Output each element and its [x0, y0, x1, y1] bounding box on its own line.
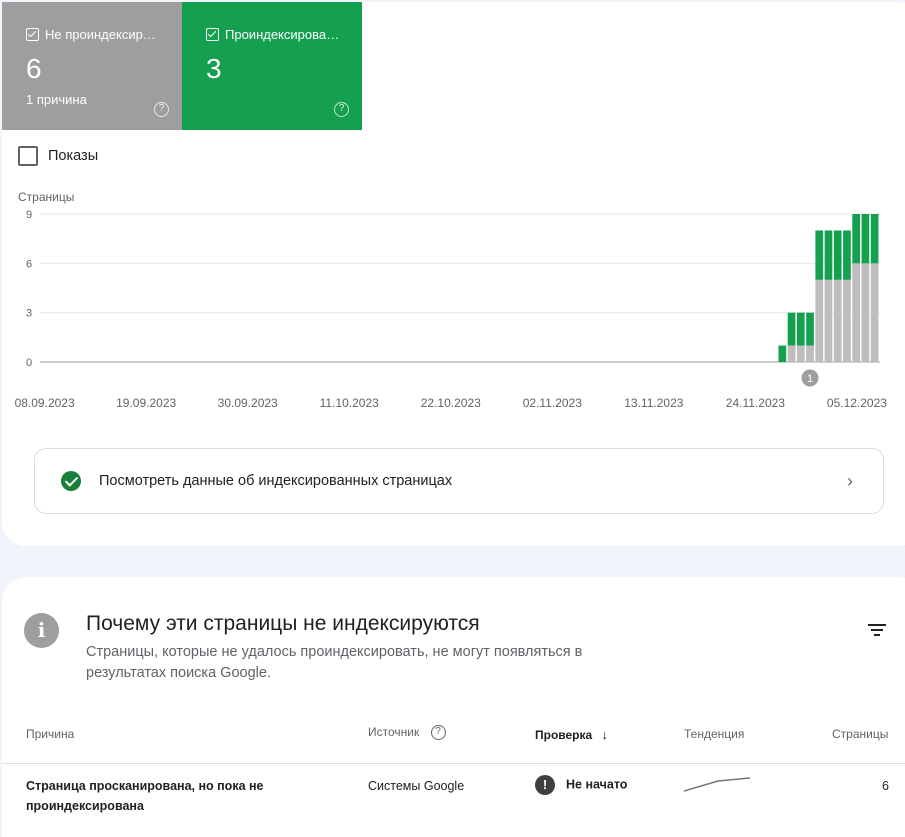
bar-indexed: [787, 312, 796, 346]
bar-not-indexed: [870, 263, 879, 362]
view-indexed-pages-link[interactable]: Посмотреть данные об индексированных стр…: [34, 448, 884, 514]
x-tick-label: 11.10.2023: [320, 396, 379, 410]
indexed-header: Проиндексирова…: [206, 27, 346, 42]
chevron-right-icon: ›: [847, 470, 853, 491]
column-header-trend: Тенденция: [684, 727, 745, 741]
impressions-label: Показы: [48, 148, 99, 164]
column-header-check-label: Проверка: [535, 728, 593, 742]
not-indexed-label: Не проиндексир…: [45, 27, 156, 42]
impressions-toggle[interactable]: Показы: [18, 146, 98, 166]
column-header-check[interactable]: Проверка ↓: [535, 727, 608, 742]
check-circle-icon: [61, 471, 81, 491]
row-status: ! Не начато: [535, 775, 627, 795]
x-tick-label: 24.11.2023: [726, 396, 785, 410]
x-tick-label: 13.11.2023: [624, 396, 683, 410]
x-tick-label: 19.09.2023: [116, 396, 176, 410]
bar-not-indexed: [861, 263, 870, 362]
column-header-pages[interactable]: Страницы: [832, 727, 888, 741]
row-source: Системы Google: [368, 779, 465, 793]
alert-icon: !: [535, 775, 555, 795]
bar-not-indexed: [843, 279, 851, 362]
bar-not-indexed: [824, 279, 833, 362]
bar-not-indexed: [787, 345, 796, 362]
y-tick-label: 9: [26, 209, 32, 221]
bar-indexed: [824, 230, 833, 280]
not-indexed-tile[interactable]: Не проиндексир… 6 1 причина ?: [2, 2, 182, 130]
row-reason: Страница просканирована, но пока не прои…: [26, 779, 264, 813]
x-tick-label: 05.12.2023: [827, 396, 887, 410]
not-indexed-count: 6: [26, 53, 42, 84]
table-divider: [2, 763, 905, 764]
help-icon[interactable]: ?: [154, 102, 169, 117]
bar-indexed: [843, 230, 851, 280]
help-icon[interactable]: ?: [334, 102, 349, 117]
bar-not-indexed: [852, 263, 861, 362]
bar-indexed: [806, 312, 814, 346]
not-indexed-reasons-card: i Почему эти страницы не индексируются С…: [2, 577, 905, 837]
x-tick-label: 30.09.2023: [218, 396, 278, 410]
bar-not-indexed: [806, 345, 814, 362]
section-subtitle: Страницы, которые не удалось проиндексир…: [86, 644, 583, 681]
row-status-label: Не начато: [566, 777, 628, 792]
not-indexed-reasons: 1 причина: [26, 92, 87, 107]
y-tick-label: 0: [26, 357, 32, 369]
column-header-source[interactable]: Источник ?: [368, 725, 446, 741]
bar-not-indexed: [796, 345, 805, 362]
section-title: Почему эти страницы не индексируются: [86, 612, 480, 635]
not-indexed-header: Не проиндексир…: [26, 27, 166, 42]
bar-indexed: [778, 345, 787, 362]
row-pages: 6: [882, 779, 889, 793]
trend-sparkline: [684, 777, 751, 792]
indexed-count: 3: [206, 53, 222, 84]
checkbox-checked-icon[interactable]: [206, 28, 219, 41]
checkbox-unchecked-icon[interactable]: [18, 146, 38, 166]
info-icon: i: [24, 613, 59, 648]
pages-chart: Страницы 9 6 3 0 08.09.2023 19.09.2023 30.09.…: [15, 190, 888, 410]
bar-indexed: [815, 230, 824, 280]
y-tick-label: 3: [26, 308, 32, 320]
y-axis-title: Страницы: [18, 190, 74, 204]
bar-indexed: [861, 214, 870, 264]
bar-not-indexed: [815, 279, 824, 362]
indexed-tile[interactable]: Проиндексирова… 3 ?: [182, 2, 362, 130]
view-indexed-pages-text: Посмотреть данные об индексированных стр…: [99, 473, 453, 489]
bar-not-indexed: [833, 279, 842, 362]
help-icon[interactable]: ?: [430, 725, 446, 741]
bar-indexed: [833, 230, 842, 280]
x-tick-label: 22.10.2023: [421, 396, 481, 410]
indexed-label: Проиндексирова…: [225, 27, 340, 42]
column-header-reason[interactable]: Причина: [26, 727, 74, 741]
bar-indexed: [870, 214, 879, 264]
x-tick-label: 08.09.2023: [15, 396, 75, 410]
annotation-label: 1: [807, 373, 813, 385]
x-tick-label: 02.11.2023: [523, 396, 582, 410]
sort-arrow-down-icon: ↓: [601, 727, 609, 742]
bar-indexed: [852, 214, 861, 264]
coverage-card: Не проиндексир… 6 1 причина ? Проиндекси…: [2, 2, 905, 546]
column-header-source-label: Источник: [368, 725, 420, 739]
y-tick-label: 6: [26, 258, 32, 270]
bar-indexed: [796, 312, 805, 346]
checkbox-checked-icon[interactable]: [26, 28, 39, 41]
filter-icon[interactable]: [868, 624, 886, 638]
